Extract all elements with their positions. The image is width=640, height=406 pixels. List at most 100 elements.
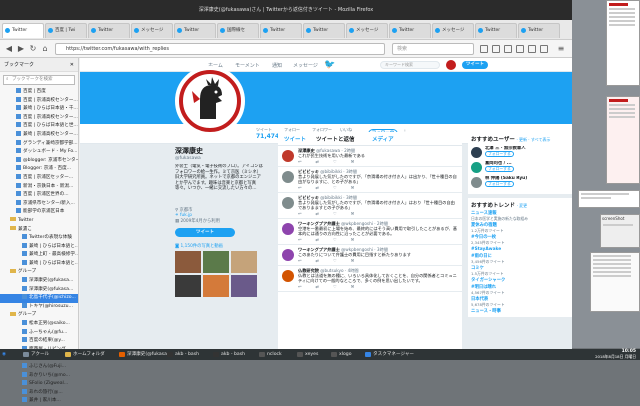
media-thumbnail[interactable]	[231, 251, 257, 273]
bookmark-item[interactable]: トキヤ(@hirosuzu...	[0, 302, 78, 312]
media-thumbnail[interactable]	[231, 275, 257, 297]
follow-suggestion[interactable]: 北澤 三 · 無宗教軍人 フォローする	[471, 146, 569, 161]
tweet[interactable]: ワーキングプア弁護士 @wkpbengoshi · 3時間 このあたりについて弁護…	[278, 245, 462, 266]
follow-button[interactable]: フォローする	[485, 166, 514, 172]
media-thumbnail[interactable]	[203, 275, 229, 297]
bookmark-item[interactable]: ダッシュボード - My Fo...	[0, 148, 78, 157]
browser-tab[interactable]: Twitter	[2, 23, 44, 38]
tweet-avatar[interactable]	[282, 197, 294, 209]
tab-tweets-replies[interactable]: ツイートと返信	[316, 135, 355, 143]
reply-icon[interactable]: ↩	[298, 237, 302, 242]
tweet[interactable]: ワーキングプア弁護士 @wkpbengoshi · 2時間 空港を一番最初に上場を…	[278, 219, 462, 245]
bookmark-item[interactable]: 百度 | 京浦区セッター...	[0, 173, 78, 183]
follow-button[interactable]: フォローする	[485, 151, 514, 157]
bookmark-item[interactable]: 百度の結果(@y...	[0, 337, 78, 346]
tweet[interactable]: 深澤康史 @fukasawa · 2時間 これが民生技術を用いた最新である ↩ ⇄ ♡ ✉	[278, 146, 462, 167]
trend-item[interactable]: #StayAwake	[471, 247, 569, 252]
trend-item[interactable]: ニュース・時事	[471, 309, 569, 314]
bookmark-item[interactable]: 新潟・京鉄日本 - 新潟...	[0, 182, 78, 192]
browser-tab[interactable]: メッセージ	[346, 23, 388, 38]
profile-stat[interactable]: ツイート 71,474	[256, 127, 279, 140]
profile-avatar[interactable]	[175, 66, 245, 136]
message-icon[interactable]: ✉	[351, 185, 355, 190]
start-menu-button[interactable]: ◉	[2, 350, 6, 359]
message-icon[interactable]: ✉	[351, 284, 355, 289]
tweet-avatar[interactable]	[282, 270, 294, 282]
menu-icon[interactable]: ≡	[556, 44, 566, 54]
taskbar-item[interactable]: タスクマネージャー	[364, 350, 414, 359]
tweet-avatar[interactable]	[282, 223, 294, 235]
trend-item[interactable]: 日本代表 5,678件のツイート	[471, 297, 569, 307]
bookmark-item[interactable]: あかりいち(@mo...	[0, 371, 78, 381]
retweet-icon[interactable]: ⇄	[316, 159, 320, 164]
reply-icon[interactable]: ↩	[298, 211, 302, 216]
message-icon[interactable]: ✉	[351, 258, 355, 263]
bookmark-item[interactable]: @blogger: 京浦市センター...	[0, 156, 78, 166]
avatar[interactable]	[471, 162, 482, 173]
bookmark-item[interactable]: 百度 | ひらば日本語と世...	[0, 122, 78, 131]
trend-item[interactable]: #今日の一枚 2,345件のツイート	[471, 235, 569, 245]
browser-tab[interactable]: Twitter	[303, 23, 345, 38]
reply-icon[interactable]: ↩	[298, 284, 302, 289]
clock[interactable]: 10:05 2018年8月18日 月曜日	[595, 349, 636, 359]
browser-tab[interactable]: メッセージ	[432, 23, 474, 38]
bookmark-item[interactable]: Blogger: 京浦 - 百度...	[0, 165, 78, 174]
browser-tab[interactable]: 国際線セ	[217, 23, 259, 38]
browser-tab[interactable]: Twitter	[260, 23, 302, 38]
bookmark-item[interactable]: 兼崎 | ひらば日本語・千...	[0, 105, 78, 114]
bookmark-folder[interactable]: Twitter	[0, 217, 78, 226]
bookmark-item[interactable]: あれの旅行(@...	[0, 388, 78, 398]
retweet-icon[interactable]: ⇄	[316, 211, 320, 216]
bookmark-item[interactable]: 北島千代子(@ichizo...	[0, 294, 78, 303]
who-to-follow-links[interactable]: · 更新 · すべて表示	[516, 137, 550, 142]
tweet-avatar[interactable]	[282, 171, 294, 183]
like-icon[interactable]: ♡	[333, 211, 337, 216]
background-window[interactable]	[606, 96, 640, 184]
profile-tweet-button[interactable]: ツイート	[175, 228, 235, 237]
like-icon[interactable]: ♡	[333, 159, 337, 164]
trends-links[interactable]: · 変更	[517, 203, 528, 208]
bookmark-item[interactable]: ふーちゃん(@fu...	[0, 328, 78, 338]
bookmark-item[interactable]: 京浦県市センター/新入...	[0, 199, 78, 209]
bookmark-item[interactable]: 兼崎上町 - 最高検修学...	[0, 251, 78, 260]
bookmark-item[interactable]: 兼崎 | 京浦高校センター...	[0, 130, 78, 140]
bookmark-item[interactable]: 百度 | 京浦高校センター...	[0, 113, 78, 123]
taskbar-item[interactable]: akb - bash	[212, 350, 245, 359]
search-box[interactable]: 検索	[392, 43, 474, 55]
bookmark-item[interactable]: 百度 | 京浦区世界の...	[0, 191, 78, 200]
bookmark-item[interactable]: 兼崎 | ひらば日本語と...	[0, 259, 78, 269]
reply-icon[interactable]: ↩	[298, 159, 302, 164]
tweet[interactable]: ビビビッキ @bibibikki · 3時間 昔より発展した気がしたのですが、「京…	[278, 167, 462, 193]
home-icon[interactable]: ⌂	[40, 44, 50, 54]
bookmark-item[interactable]: 深澤康史(@fukasa...	[0, 277, 78, 286]
trend-item[interactable]: 夏休みの宿題 1.2万件のツイート	[471, 223, 569, 233]
media-thumbnail[interactable]	[203, 251, 229, 273]
nav-messages[interactable]: メッセージ	[293, 62, 318, 69]
tweet[interactable]: ビビビッキ @bibibikki · 3時間 昔より発展した気がしたのですが、「京…	[278, 193, 462, 219]
bookmark-item[interactable]: 兼井 | 家川本...	[0, 397, 78, 406]
taskbar-item[interactable]: nclock	[258, 350, 282, 359]
twitter-search-input[interactable]: キーワード検索	[380, 61, 440, 69]
media-link[interactable]: ◙ 1,150件の写真と動画	[175, 243, 263, 249]
follow-suggestion[interactable]: 林 伸陽 (Saku Ryu) フォローする	[471, 176, 569, 191]
bookmark-item[interactable]: 深澤康史(@fukasa...	[0, 285, 78, 295]
tweet-avatar[interactable]	[282, 249, 294, 261]
taskbar-item[interactable]: xlogo	[330, 350, 352, 359]
message-icon[interactable]: ✉	[351, 159, 355, 164]
reply-icon[interactable]: ↩	[298, 185, 302, 190]
reload-icon[interactable]: ↻	[28, 44, 38, 54]
browser-tab[interactable]: Twitter	[88, 23, 130, 38]
tweet-button[interactable]: ツイート	[462, 61, 488, 69]
tweet-avatar[interactable]	[282, 150, 294, 162]
bookmark-item[interactable]: ふじさん(@Fuji...	[0, 363, 78, 372]
avatar[interactable]	[471, 147, 482, 158]
browser-tab[interactable]: メッセージ	[131, 23, 173, 38]
bookmark-folder[interactable]: グループ	[0, 268, 78, 277]
bookmark-item[interactable]: 能部学の京浦区日本	[0, 208, 78, 217]
background-window[interactable]	[578, 190, 640, 208]
screenshot-window[interactable]: screenShot	[600, 214, 640, 248]
bookmark-item[interactable]: 兼崎 | ひらば日本語と...	[0, 242, 78, 252]
background-window[interactable]	[606, 0, 640, 86]
like-icon[interactable]: ♡	[333, 258, 337, 263]
nav-moments[interactable]: モーメント	[235, 62, 260, 69]
